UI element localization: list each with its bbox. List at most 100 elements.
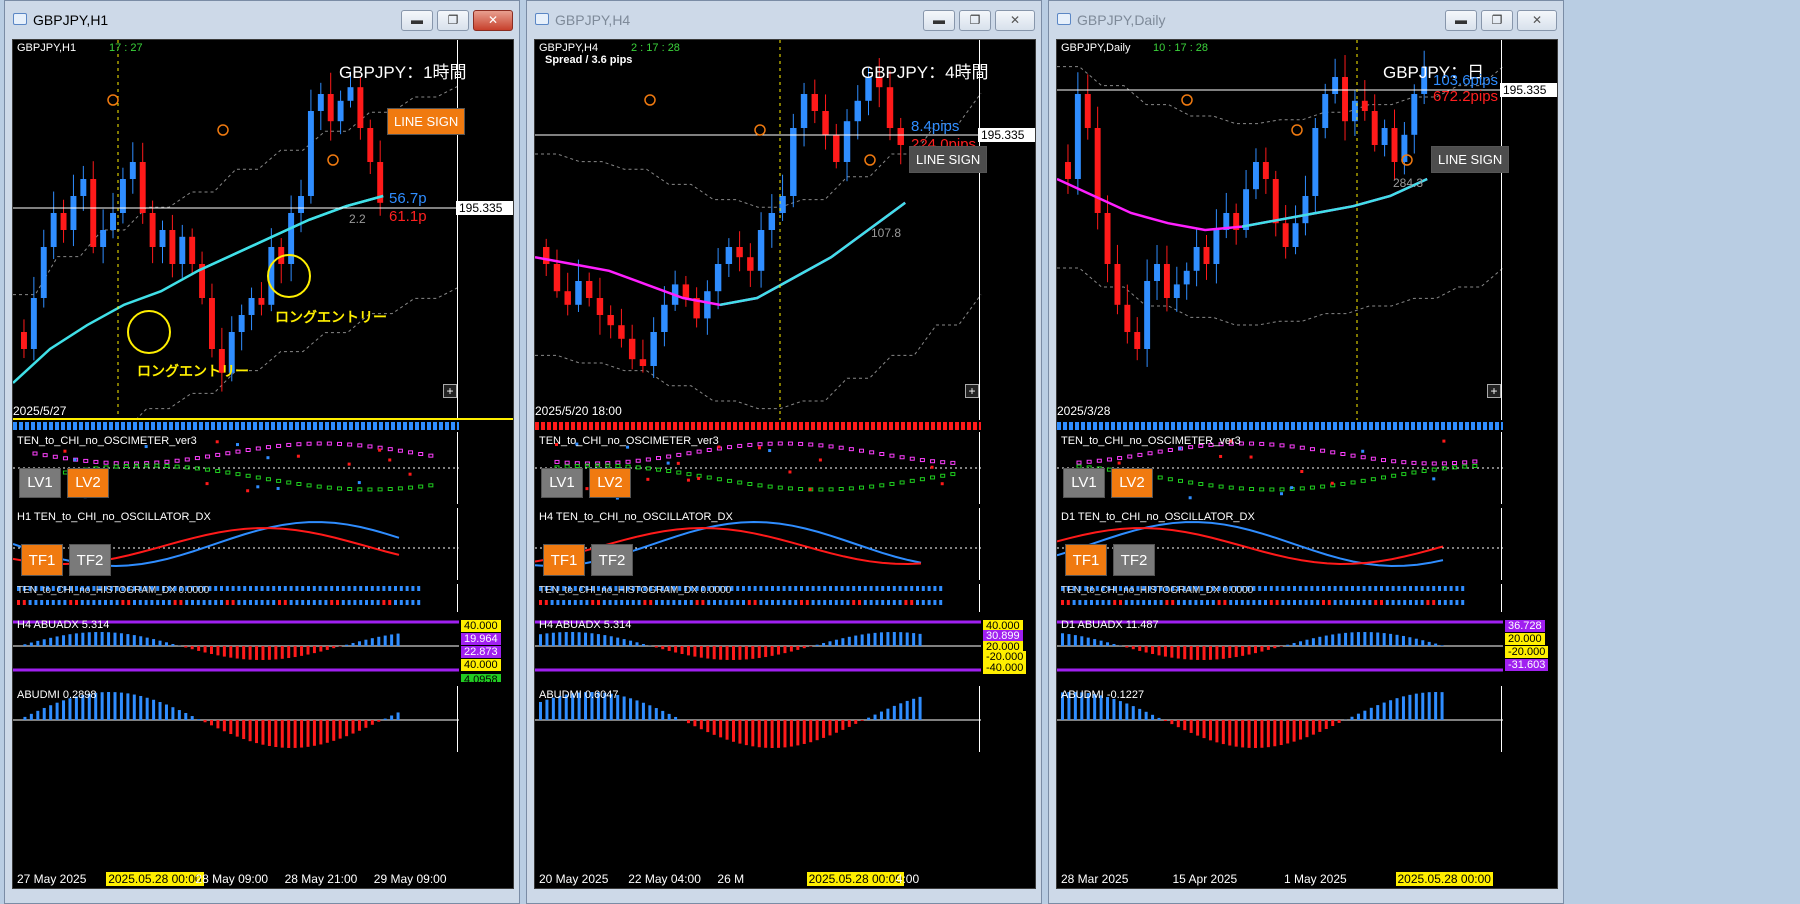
osc-magenta-mark xyxy=(276,443,282,448)
price-chart-svg[interactable] xyxy=(13,40,513,420)
adx-bar xyxy=(622,639,626,646)
abuadx-pane[interactable]: D1 ABUADX 11.487 36.728 20.000 -20.000 -31.6… xyxy=(1057,616,1557,682)
histogram-top-mark xyxy=(1409,586,1412,591)
histogram-bottom-mark xyxy=(243,600,247,605)
chart-area[interactable]: 196.225 195.955 195.680 195.410 195.135 194.8… xyxy=(12,39,514,889)
adx-bar xyxy=(293,646,297,658)
pips-red-label: 672.2pips xyxy=(1433,88,1499,105)
price-chart-svg[interactable] xyxy=(535,40,1035,420)
close-button[interactable]: ✕ xyxy=(995,10,1035,31)
abudmi-scale-label: 1.2888 xyxy=(1502,686,1536,698)
adx-bar xyxy=(36,640,40,646)
lv2-button[interactable]: LV2 xyxy=(589,468,631,498)
maximize-button[interactable]: ❐ xyxy=(1481,10,1513,31)
chart-area[interactable]: 196.160195.640195.110194.590194.060193.5… xyxy=(534,39,1036,889)
lv1-button[interactable]: LV1 xyxy=(541,468,583,498)
chart-window-h1[interactable]: GBPJPY,H1 ▬ ❐ ✕ 196.225 195.955 195.680 195… xyxy=(4,0,520,904)
abudmi-pane[interactable]: ABUDMI 0.6047 1.1522 0.00 -1.0218 xyxy=(535,686,1035,752)
osc-green-mark xyxy=(1188,480,1194,485)
signal-strip xyxy=(1057,422,1503,430)
tf2-button[interactable]: TF2 xyxy=(69,544,111,576)
tf1-button[interactable]: TF1 xyxy=(543,544,585,576)
tf1-button[interactable]: TF1 xyxy=(1065,544,1107,576)
oscimeter-pane[interactable]: TEN_to_CHI_no_OSCIMETER_ver3 110 80 0.00 -80… xyxy=(13,432,513,504)
dmi-bar xyxy=(287,720,291,748)
window-app-icon xyxy=(535,13,549,25)
maximize-button[interactable]: ❐ xyxy=(437,10,469,31)
line-sign-button[interactable]: LINE SIGN xyxy=(1431,146,1510,173)
chart-window-h4[interactable]: GBPJPY,H4 ▬ ❐ ✕ 196.160 195.640 195.110 194… xyxy=(526,0,1042,904)
histogram-bottom-mark xyxy=(63,600,67,605)
adx-bar xyxy=(312,646,316,654)
plus-icon[interactable]: + xyxy=(965,384,979,398)
osc-dot xyxy=(73,458,77,462)
dmi-bar xyxy=(892,705,896,720)
adx-bar xyxy=(680,646,684,655)
minimize-button[interactable]: ▬ xyxy=(923,10,955,31)
osc-green-mark xyxy=(1462,464,1468,469)
close-button[interactable]: ✕ xyxy=(1517,10,1557,31)
title-bar[interactable]: GBPJPY,Daily ▬ ❐ ✕ xyxy=(1049,1,1563,39)
minimize-button[interactable]: ▬ xyxy=(1445,10,1477,31)
oscimeter-scale-label: -110 xyxy=(1502,480,1524,492)
minimize-button[interactable]: ▬ xyxy=(401,10,433,31)
oscillator-pane[interactable]: H4 TEN_to_CHI_no_OSCILLATOR_DX 0.618 0.00-… xyxy=(535,508,1035,580)
abuadx-pane[interactable]: H4 ABUADX 5.314 40.000 19.964 22.873 40.000 4… xyxy=(13,616,513,682)
osc-magenta-mark xyxy=(205,454,211,459)
histogram-top-mark xyxy=(1287,586,1291,591)
histogram-bottom-mark xyxy=(892,600,896,605)
lv2-button[interactable]: LV2 xyxy=(1111,468,1153,498)
dmi-bar xyxy=(770,720,774,748)
histogram-bottom-mark xyxy=(1269,600,1273,605)
abudmi-pane[interactable]: ABUDMI 0.2898 0.00 -1.3788 xyxy=(13,686,513,752)
dmi-bar xyxy=(242,720,246,740)
adx-bar xyxy=(74,633,78,646)
tf2-button[interactable]: TF2 xyxy=(591,544,633,576)
plus-icon[interactable]: + xyxy=(443,384,457,398)
plus-icon[interactable]: + xyxy=(1487,384,1501,398)
adx-bar xyxy=(1350,632,1354,646)
abudmi-pane[interactable]: ABUDMI -0.1227 1.2888 0.00 -1.2883 xyxy=(1057,686,1557,752)
osc-magenta-mark xyxy=(767,441,773,446)
candle-body xyxy=(337,100,344,122)
adx-bar xyxy=(1356,632,1360,646)
chart-window-daily[interactable]: GBPJPY,Daily ▬ ❐ ✕ 195.985194.560193.135… xyxy=(1048,0,1564,904)
oscimeter-pane[interactable]: TEN_to_CHI_no_OSCIMETER_ver3 110 80 0.00 -80… xyxy=(1057,432,1557,504)
histogram-bottom-mark xyxy=(86,600,90,605)
line-sign-button[interactable]: LINE SIGN xyxy=(387,108,466,135)
lv1-button[interactable]: LV1 xyxy=(19,468,61,498)
abuadx-pane[interactable]: H4 ABUADX 5.314 40.000 30.899 20.000 -20.000… xyxy=(535,616,1035,682)
oscillator-pane[interactable]: D1 TEN_to_CHI_no_OSCILLATOR_DX 1.522 0.00-… xyxy=(1057,508,1557,580)
adx-bar xyxy=(686,646,690,656)
close-button[interactable]: ✕ xyxy=(473,10,513,31)
candle-body xyxy=(1312,128,1319,196)
osc-green-mark xyxy=(1350,480,1356,485)
histogram-bottom-mark xyxy=(185,600,189,605)
adx-bar xyxy=(1324,635,1328,646)
price-pane[interactable]: 196.225 195.955 195.680 195.410 195.135 194.8… xyxy=(13,40,513,420)
adx-bar xyxy=(383,635,387,646)
oscillator-pane[interactable]: H1 TEN_to_CHI_no_OSCILLATOR_DX 0.528 0.00 0… xyxy=(13,508,513,580)
histogram-top-mark xyxy=(411,586,415,591)
adx-bar xyxy=(712,646,716,660)
histogram-top-mark xyxy=(272,586,276,591)
histogram-top-mark xyxy=(771,586,774,591)
tf2-button[interactable]: TF2 xyxy=(1113,544,1155,576)
title-bar[interactable]: GBPJPY,H4 ▬ ❐ ✕ xyxy=(527,1,1041,39)
histogram-pane[interactable]: TEN_to_CHI_no_HISTOGRAM_DX 0.0000 1.00 30 xyxy=(1057,584,1557,612)
tf1-button[interactable]: TF1 xyxy=(21,544,63,576)
lv1-button[interactable]: LV1 xyxy=(1063,468,1105,498)
lv2-button[interactable]: LV2 xyxy=(67,468,109,498)
price-pane[interactable]: 195.985194.560193.135191.710190.285188.8… xyxy=(1057,40,1557,420)
histogram-bottom-mark xyxy=(1119,600,1122,605)
line-sign-button[interactable]: LINE SIGN xyxy=(909,146,988,173)
histogram-pane[interactable]: TEN_to_CHI_no_HISTOGRAM_DX 0.0000 1.00 30 xyxy=(13,584,513,612)
oscimeter-pane[interactable]: TEN_to_CHI_no_OSCIMETER_ver3 110 80 0.00 -80… xyxy=(535,432,1035,504)
histogram-bottom-mark xyxy=(753,600,757,605)
histogram-pane[interactable]: TEN_to_CHI_no_HISTOGRAM_DX 0.0000 1.00 30 xyxy=(535,584,1035,612)
chart-area[interactable]: 195.985194.560193.135191.710190.285188.8… xyxy=(1056,39,1558,889)
title-bar[interactable]: GBPJPY,H1 ▬ ❐ ✕ xyxy=(5,1,519,39)
maximize-button[interactable]: ❐ xyxy=(959,10,991,31)
price-pane[interactable]: 196.160195.640195.110194.590194.060193.5… xyxy=(535,40,1035,420)
osc-green-mark xyxy=(737,480,743,485)
